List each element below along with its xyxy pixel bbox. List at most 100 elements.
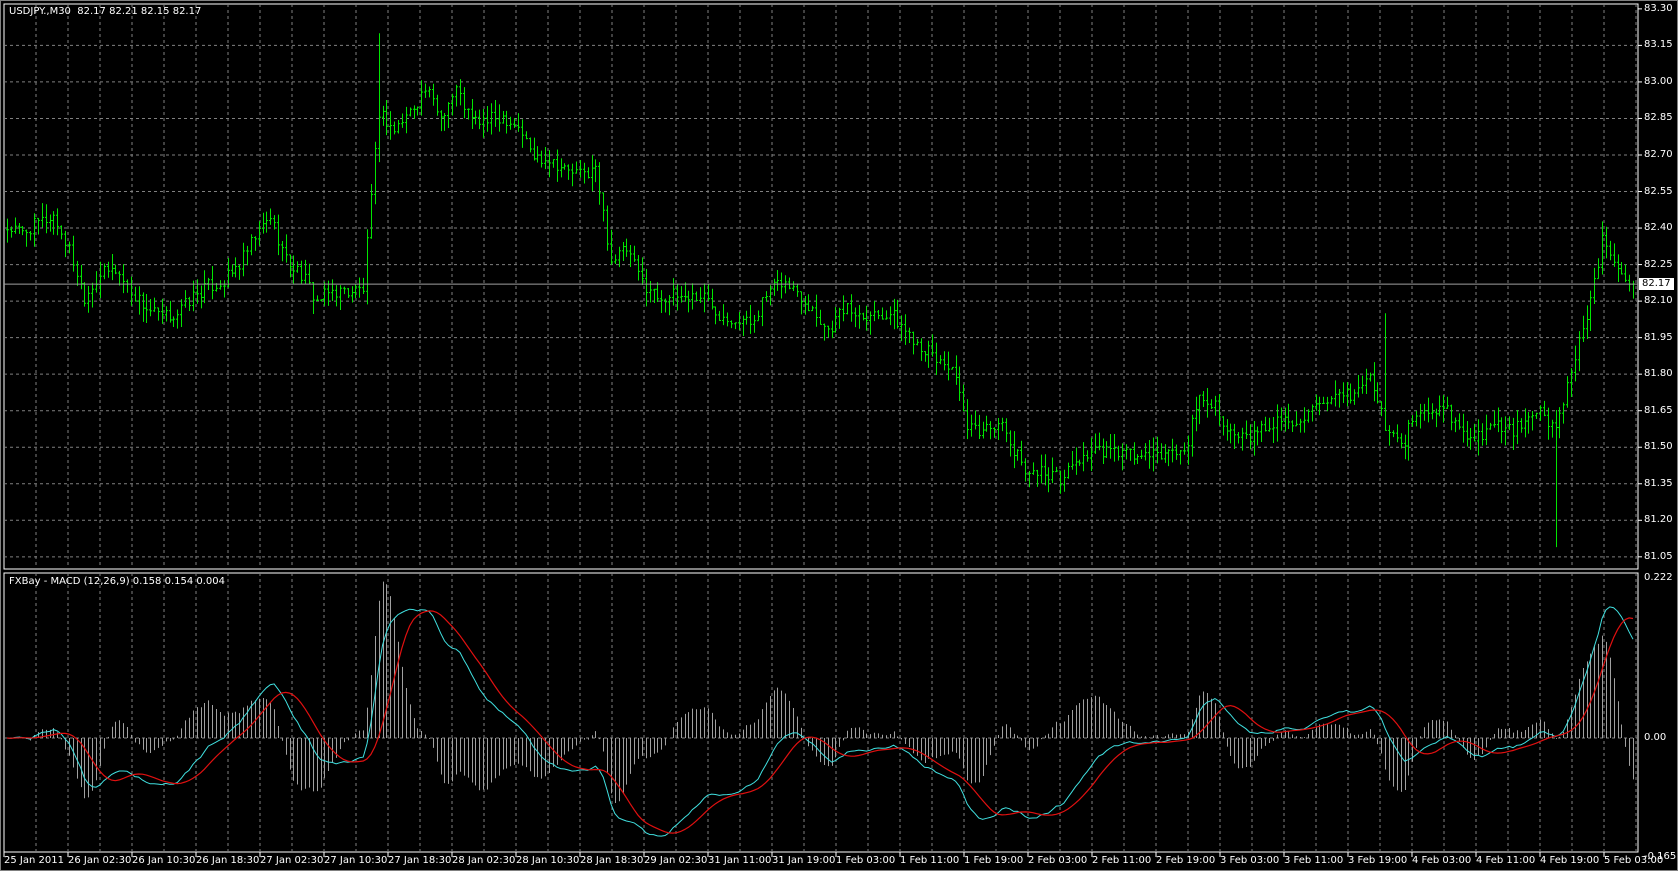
ohlc-bar: [126, 279, 129, 293]
ohlc-bar: [1330, 396, 1333, 405]
ohlc-bar: [1411, 415, 1414, 427]
ohlc-bar: [459, 79, 462, 106]
ohlc-bar: [312, 282, 315, 315]
ohlc-bar: [1415, 410, 1418, 427]
ohlc-bar: [1133, 442, 1136, 465]
ohlc-bar: [1291, 420, 1294, 433]
ohlc-bar: [684, 282, 687, 302]
ohlc-bar: [1191, 414, 1194, 457]
ohlc-bar: [947, 351, 950, 381]
ohlc-bar: [637, 254, 640, 281]
macd-axis-label: 0.222: [1644, 572, 1673, 583]
ohlc-bar: [614, 254, 617, 264]
price-axis-label: 81.80: [1644, 368, 1673, 380]
ohlc-bar: [111, 253, 114, 281]
chart-canvas[interactable]: [0, 0, 1678, 871]
ohlc-bar: [985, 415, 988, 432]
ohlc-bar: [323, 281, 326, 306]
ohlc-bar: [6, 218, 9, 243]
price-axis-label: 82.70: [1644, 148, 1673, 160]
ohlc-bar: [1500, 417, 1503, 444]
ohlc-bar: [1214, 395, 1217, 416]
ohlc-bar: [1125, 444, 1128, 460]
ohlc-bar: [188, 296, 191, 312]
time-axis-label: 31 Jan 19:00: [772, 855, 836, 866]
ohlc-bar: [916, 338, 919, 346]
price-axis-label: 83.30: [1644, 2, 1673, 14]
ohlc-bar: [1384, 313, 1387, 431]
ohlc-bar: [807, 294, 810, 312]
ohlc-bar: [1315, 394, 1318, 411]
ohlc-bar: [389, 111, 392, 140]
ohlc-bar: [1574, 345, 1577, 382]
ohlc-bar: [823, 323, 826, 341]
ohlc-bar: [544, 147, 547, 170]
ohlc-bar: [1407, 419, 1410, 461]
ohlc-bar: [1009, 430, 1012, 457]
ohlc-bar: [366, 229, 369, 305]
ohlc-bar: [1233, 423, 1236, 449]
ohlc-bar: [432, 83, 435, 106]
ohlc-bar: [1222, 416, 1225, 436]
ohlc-bar: [556, 149, 559, 182]
ohlc-bar: [749, 304, 752, 334]
ohlc-bar: [831, 320, 834, 339]
ohlc-bar: [622, 242, 625, 261]
ohlc-bar: [1013, 431, 1016, 469]
ohlc-bar: [1059, 470, 1062, 494]
ohlc-bar: [1109, 433, 1112, 459]
ohlc-bar: [1187, 435, 1190, 465]
price-axis-label: 81.20: [1644, 514, 1673, 526]
ohlc-bar: [1442, 395, 1445, 423]
ohlc-bar: [1427, 397, 1430, 423]
ohlc-bar: [1361, 375, 1364, 394]
ohlc-bar: [1617, 254, 1620, 282]
ohlc-bar: [1462, 413, 1465, 443]
ohlc-bar: [60, 225, 63, 240]
ohlc-bar: [707, 284, 710, 301]
ohlc-bar: [1446, 396, 1449, 409]
ohlc-bar: [1353, 389, 1356, 405]
ohlc-bar: [1318, 396, 1321, 416]
ohlc-bar: [95, 271, 98, 293]
ohlc-bar: [277, 214, 280, 256]
ohlc-bar: [21, 226, 24, 236]
ohlc-bar: [796, 283, 799, 297]
time-axis-label: 26 Jan 18:30: [196, 855, 260, 866]
ohlc-bar: [1268, 417, 1271, 432]
time-axis-label: 27 Jan 10:30: [324, 855, 388, 866]
ohlc-bar: [1086, 450, 1089, 462]
ohlc-bar: [730, 320, 733, 329]
ohlc-bar: [1160, 443, 1163, 460]
ohlc-bar: [1117, 445, 1120, 461]
ohlc-bar: [1198, 394, 1201, 425]
ohlc-bar: [1183, 442, 1186, 455]
ohlc-bar: [219, 280, 222, 290]
time-axis-label: 5 Feb 03:00: [1604, 855, 1664, 866]
ohlc-bar: [920, 338, 923, 361]
ohlc-bar: [1016, 449, 1019, 461]
ohlc-bar: [718, 310, 721, 321]
ohlc-bar: [37, 217, 40, 235]
ohlc-bar: [1369, 372, 1372, 382]
ohlc-bar: [1346, 382, 1349, 407]
ohlc-bar: [745, 310, 748, 325]
ohlc-bar: [192, 280, 195, 312]
price-axis-label: 81.65: [1644, 404, 1673, 416]
ohlc-bar: [122, 264, 125, 294]
ohlc-bar: [598, 162, 601, 205]
ohlc-bar: [374, 141, 377, 205]
ohlc-bar: [1307, 409, 1310, 423]
ohlc-bar: [1245, 420, 1248, 440]
ohlc-bar: [1036, 469, 1039, 487]
ohlc-bar: [238, 264, 241, 280]
ohlc-bar: [227, 257, 230, 288]
macd-axis-label: 0.00: [1644, 732, 1667, 744]
ohlc-bar: [145, 293, 148, 324]
ohlc-bar: [1512, 417, 1515, 450]
ohlc-bar: [331, 279, 334, 301]
ohlc-bar: [80, 264, 83, 290]
ohlc-bar: [788, 277, 791, 290]
ohlc-bar: [1477, 419, 1480, 456]
ohlc-bar: [703, 283, 706, 313]
